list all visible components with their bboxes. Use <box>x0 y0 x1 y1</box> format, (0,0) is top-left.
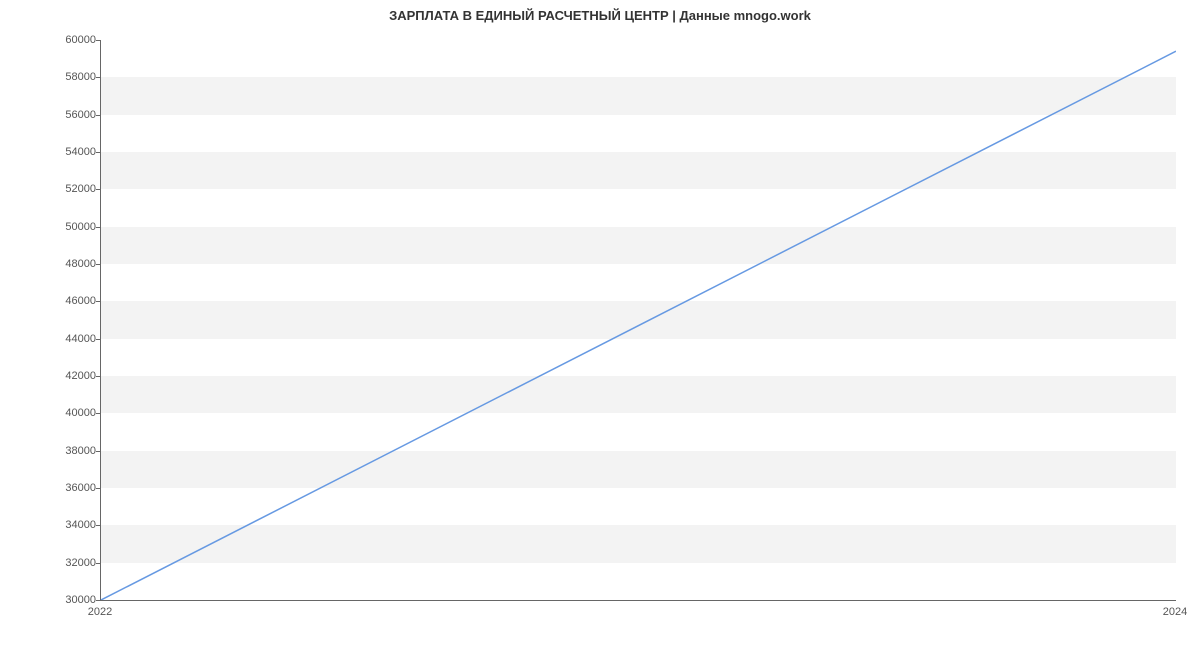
y-tick <box>96 40 100 41</box>
chart-container: ЗАРПЛАТА В ЕДИНЫЙ РАСЧЕТНЫЙ ЦЕНТР | Данн… <box>0 0 1200 650</box>
chart-title: ЗАРПЛАТА В ЕДИНЫЙ РАСЧЕТНЫЙ ЦЕНТР | Данн… <box>0 8 1200 23</box>
y-tick-label: 60000 <box>36 34 96 46</box>
y-tick <box>96 227 100 228</box>
x-tick-label: 2024 <box>1163 606 1187 618</box>
y-tick <box>96 600 100 601</box>
y-tick-label: 32000 <box>36 557 96 569</box>
y-tick-label: 54000 <box>36 146 96 158</box>
y-tick-label: 38000 <box>36 445 96 457</box>
y-tick <box>96 339 100 340</box>
y-tick-label: 44000 <box>36 333 96 345</box>
data-line <box>101 51 1176 600</box>
y-tick <box>96 264 100 265</box>
y-tick-label: 40000 <box>36 407 96 419</box>
y-tick <box>96 189 100 190</box>
y-tick <box>96 563 100 564</box>
y-tick-label: 30000 <box>36 594 96 606</box>
y-tick-label: 48000 <box>36 258 96 270</box>
y-tick-label: 52000 <box>36 183 96 195</box>
y-tick <box>96 376 100 377</box>
y-tick <box>96 488 100 489</box>
y-tick <box>96 77 100 78</box>
y-tick <box>96 413 100 414</box>
y-tick-label: 36000 <box>36 482 96 494</box>
y-tick <box>96 451 100 452</box>
y-tick <box>96 115 100 116</box>
y-tick-label: 42000 <box>36 370 96 382</box>
y-tick-label: 34000 <box>36 519 96 531</box>
y-tick <box>96 525 100 526</box>
chart-line <box>101 40 1176 600</box>
y-tick-label: 46000 <box>36 295 96 307</box>
x-tick-label: 2022 <box>88 606 112 618</box>
y-tick-label: 58000 <box>36 71 96 83</box>
plot-area <box>100 40 1176 601</box>
y-tick-label: 50000 <box>36 221 96 233</box>
y-tick <box>96 301 100 302</box>
y-tick-label: 56000 <box>36 109 96 121</box>
y-tick <box>96 152 100 153</box>
